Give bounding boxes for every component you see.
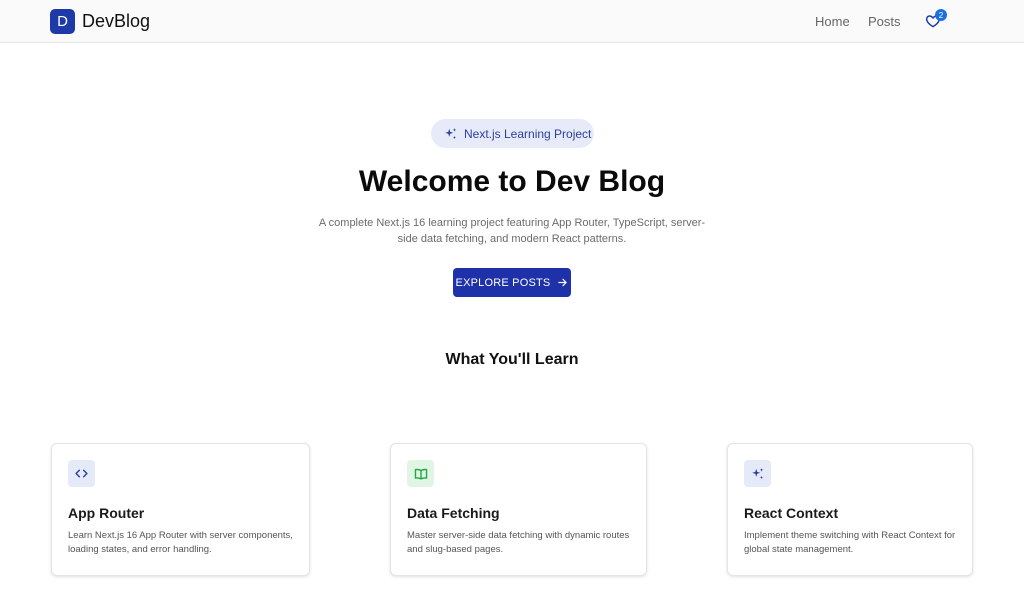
feature-card-description: Master server-side data fetching with dy… (407, 530, 630, 555)
feature-card-title: React Context (744, 505, 839, 521)
code-icon (68, 460, 95, 487)
hero-description: A complete Next.js 16 learning project f… (318, 217, 706, 245)
hero-pill-label: Next.js Learning Project (464, 126, 592, 141)
brand[interactable]: D DevBlog (50, 9, 150, 34)
feature-card-app-router: App Router Learn Next.js 16 App Router w… (51, 443, 310, 576)
feature-card-description: Learn Next.js 16 App Router with server … (68, 530, 293, 555)
nav-link-home[interactable]: Home (815, 14, 850, 29)
navbar: D DevBlog Home Posts 2 (0, 0, 1024, 43)
arrow-right-icon (558, 278, 568, 287)
sparkles-icon (445, 127, 457, 139)
nav-link-posts[interactable]: Posts (868, 14, 901, 29)
favorites-badge: 2 (935, 9, 947, 21)
feature-card-react-context: React Context Implement theme switching … (727, 443, 973, 576)
brand-name: DevBlog (82, 11, 151, 31)
sparkles-icon (744, 460, 771, 487)
hero-pill: Next.js Learning Project (431, 119, 594, 148)
explore-posts-label: EXPLORE POSTS (455, 276, 551, 289)
logo: D (50, 9, 75, 34)
explore-posts-button[interactable]: EXPLORE POSTS (453, 268, 571, 297)
feature-card-title: Data Fetching (407, 505, 500, 521)
feature-card-description: Implement theme switching with React Con… (744, 530, 956, 555)
feature-card-title: App Router (68, 505, 145, 521)
book-icon (407, 460, 434, 487)
feature-card-data-fetching: Data Fetching Master server-side data fe… (390, 443, 647, 576)
features-title: What You'll Learn (445, 351, 579, 368)
hero-title: Welcome to Dev Blog (358, 165, 666, 198)
